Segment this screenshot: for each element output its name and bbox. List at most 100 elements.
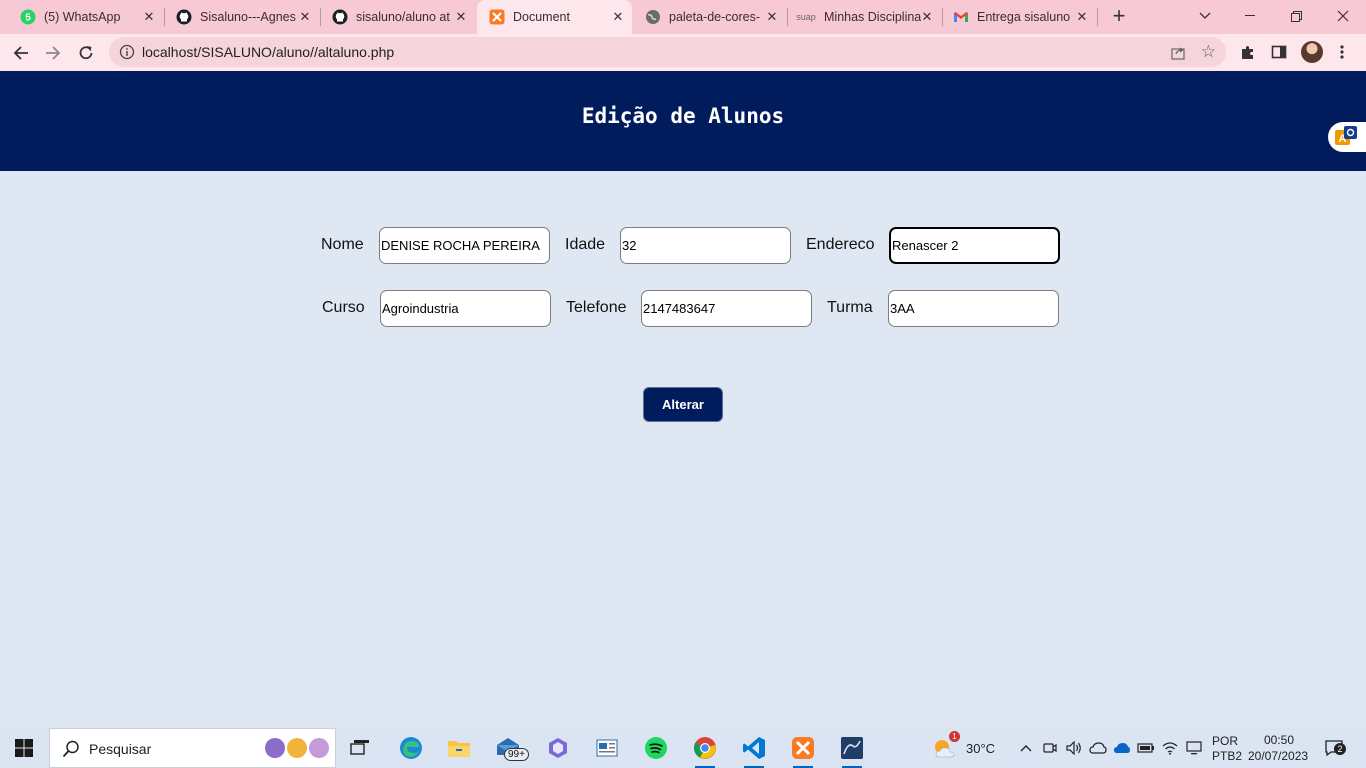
tab-title: Minhas Disciplina <box>824 10 922 24</box>
meet-now-icon[interactable] <box>1038 734 1062 762</box>
nome-label: Nome <box>321 236 364 253</box>
reload-icon[interactable] <box>73 40 99 66</box>
vscode-icon[interactable] <box>740 734 768 768</box>
tab-title: sisaluno/aluno at <box>356 10 450 24</box>
minimize-icon[interactable] <box>1227 0 1273 32</box>
browser-tab-bar: 5 (5) WhatsApp ✕ Sisaluno---Agnes ✕ sisa… <box>0 0 1366 34</box>
chrome-icon[interactable] <box>691 734 719 768</box>
svg-text:5: 5 <box>25 13 31 24</box>
tab-title: paleta-de-cores- <box>669 10 761 24</box>
keyboard-layout[interactable]: PTB2 <box>1212 749 1242 763</box>
whatsapp-icon: 5 <box>20 9 36 25</box>
tab-close-icon[interactable]: ✕ <box>610 9 626 25</box>
site-info-icon[interactable] <box>119 44 135 60</box>
tab-separator <box>1097 8 1098 26</box>
edge-browser-icon[interactable] <box>397 734 425 762</box>
github-icon <box>332 9 348 25</box>
back-arrow-icon[interactable] <box>8 40 34 66</box>
keyboard-language[interactable]: POR <box>1212 734 1238 748</box>
mail-badge: 99+ <box>504 748 529 761</box>
telefone-input[interactable] <box>641 290 812 327</box>
tab-sisaluno-aluno[interactable]: sisaluno/aluno at ✕ <box>312 0 475 34</box>
forward-arrow-icon[interactable] <box>40 40 66 66</box>
news-widget-icon[interactable] <box>593 734 621 762</box>
telefone-label: Telefone <box>566 299 627 316</box>
turma-input[interactable] <box>888 290 1059 327</box>
curso-input[interactable] <box>380 290 551 327</box>
page-title: Edição de Alunos <box>581 104 785 128</box>
tab-document[interactable]: Document ✕ <box>477 0 632 34</box>
xampp-icon[interactable] <box>789 734 817 768</box>
bookmark-star-icon[interactable]: ☆ <box>1201 42 1216 62</box>
weather-icon[interactable]: 1 <box>932 731 960 762</box>
display-icon[interactable] <box>1182 734 1206 762</box>
tab-close-icon[interactable]: ✕ <box>919 9 935 25</box>
curso-label: Curso <box>322 299 365 316</box>
restore-icon[interactable] <box>1273 0 1319 32</box>
url-text: localhost/SISALUNO/aluno//altaluno.php <box>142 44 395 60</box>
idade-input[interactable] <box>620 227 791 264</box>
tab-whatsapp[interactable]: 5 (5) WhatsApp ✕ <box>0 0 163 34</box>
mail-icon[interactable]: 99+ <box>494 734 529 762</box>
search-icon <box>62 740 80 758</box>
window-close-icon[interactable] <box>1320 0 1366 32</box>
tab-entrega-sisaluno[interactable]: Entrega sisaluno ✕ <box>943 0 1096 34</box>
windows-taskbar: Pesquisar 99+ 1 30°C POR PTB2 00:50 20/0… <box>0 728 1366 768</box>
address-bar[interactable]: localhost/SISALUNO/aluno//altaluno.php ☆ <box>109 37 1226 67</box>
tab-title: Document <box>513 10 570 24</box>
profile-avatar[interactable] <box>1301 41 1323 63</box>
browser-toolbar: localhost/SISALUNO/aluno//altaluno.php ☆ <box>0 34 1366 71</box>
search-placeholder: Pesquisar <box>89 741 152 757</box>
mysql-workbench-icon[interactable] <box>838 734 866 768</box>
task-view-icon[interactable] <box>346 734 374 762</box>
volume-icon[interactable] <box>1062 734 1086 762</box>
weather-alert-badge: 1 <box>949 731 960 742</box>
extensions-puzzle-icon[interactable] <box>1239 43 1257 61</box>
alterar-button[interactable]: Alterar <box>643 387 723 422</box>
spotify-icon[interactable] <box>642 734 670 762</box>
endereco-input[interactable] <box>889 227 1060 264</box>
tab-close-icon[interactable]: ✕ <box>141 9 157 25</box>
weather-temperature[interactable]: 30°C <box>966 741 995 756</box>
tray-chevron-up-icon[interactable] <box>1013 734 1039 762</box>
clock-date[interactable]: 20/07/2023 <box>1248 749 1308 763</box>
onedrive-cloud-icon[interactable] <box>1110 734 1134 762</box>
share-icon[interactable] <box>1170 44 1186 60</box>
tab-title: Entrega sisaluno <box>977 10 1071 24</box>
tab-paleta-de-cores[interactable]: paleta-de-cores- ✕ <box>633 0 786 34</box>
idade-label: Idade <box>565 236 606 253</box>
tab-search-chevron-icon[interactable] <box>1182 0 1228 32</box>
github-icon <box>176 9 192 25</box>
suap-icon: suap <box>796 12 816 22</box>
tab-sisaluno-agnes[interactable]: Sisaluno---Agnes ✕ <box>156 0 319 34</box>
endereco-label: Endereco <box>806 236 875 253</box>
onedrive-sync-icon[interactable] <box>1086 734 1110 762</box>
gmail-icon <box>953 9 969 25</box>
tab-minhas-disciplinas[interactable]: suap Minhas Disciplina ✕ <box>788 0 941 34</box>
tab-title: Sisaluno---Agnes <box>200 10 296 24</box>
tab-close-icon[interactable]: ✕ <box>764 9 780 25</box>
turma-label: Turma <box>827 299 873 316</box>
copilot-hex-icon[interactable] <box>544 734 572 762</box>
notification-badge: 2 <box>1334 743 1346 755</box>
tab-close-icon[interactable]: ✕ <box>297 9 313 25</box>
xampp-icon <box>489 9 505 25</box>
search-highlight-icon <box>265 738 329 758</box>
globe-icon <box>645 9 661 25</box>
nome-input[interactable] <box>379 227 550 264</box>
tab-title: (5) WhatsApp <box>44 10 121 24</box>
wifi-icon[interactable] <box>1158 734 1182 762</box>
side-panel-icon[interactable] <box>1270 43 1288 61</box>
translate-widget-icon[interactable]: A <box>1328 122 1366 152</box>
tab-close-icon[interactable]: ✕ <box>453 9 469 25</box>
file-explorer-icon[interactable] <box>445 734 473 762</box>
taskbar-search-box[interactable]: Pesquisar <box>49 728 336 768</box>
tab-close-icon[interactable]: ✕ <box>1074 9 1090 25</box>
windows-start-icon[interactable] <box>10 734 38 762</box>
clock-time[interactable]: 00:50 <box>1264 733 1294 747</box>
menu-kebab-icon[interactable] <box>1333 43 1351 61</box>
notification-center-icon[interactable]: 2 <box>1321 734 1347 762</box>
page-header: Edição de Alunos A <box>0 71 1366 171</box>
battery-icon[interactable] <box>1134 734 1158 762</box>
new-tab-plus-icon[interactable]: + <box>1108 5 1130 27</box>
